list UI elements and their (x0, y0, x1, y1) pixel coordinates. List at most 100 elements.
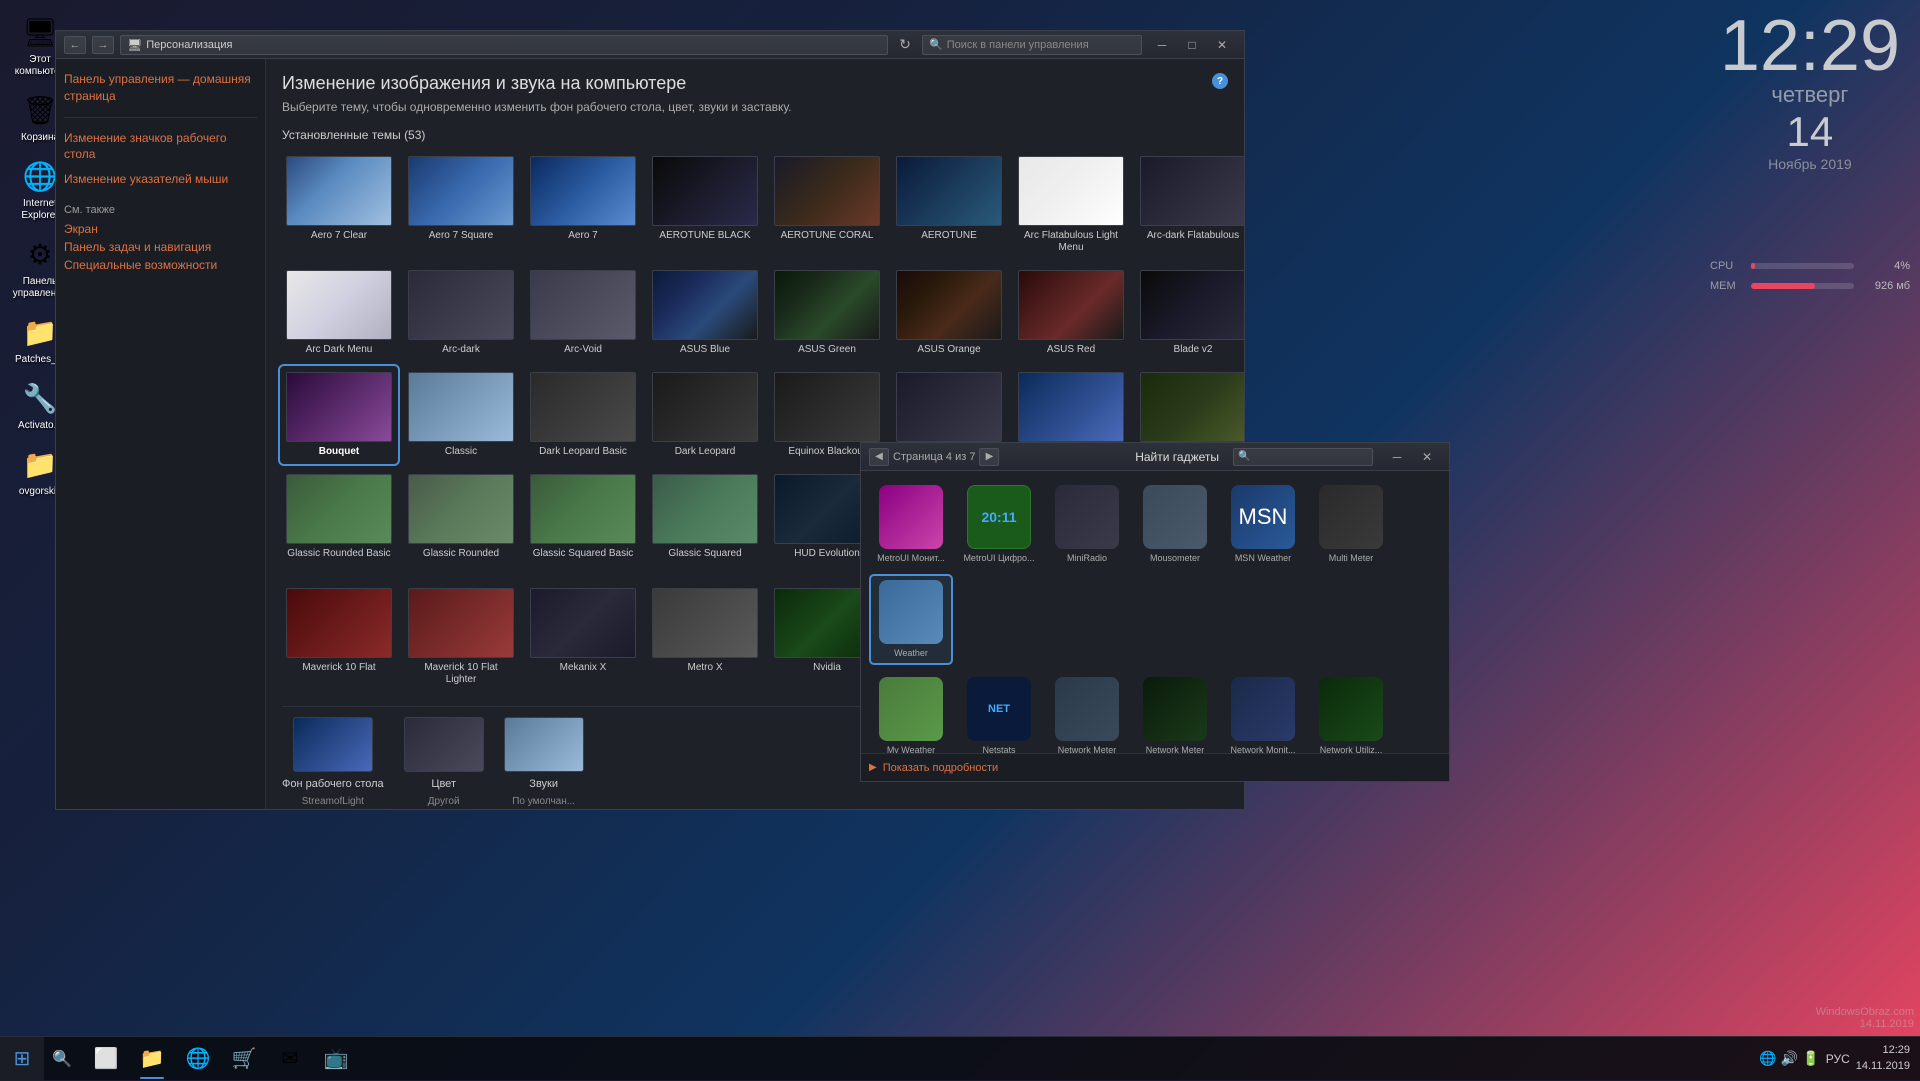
theme-item-27[interactable]: Glassic Squared (648, 470, 762, 576)
theme-item-33[interactable]: Maverick 10 Flat Lighter (404, 584, 518, 690)
gadget-item-items_row1-6[interactable]: Weather (871, 576, 951, 663)
theme-item-9[interactable]: Arc-dark (404, 266, 518, 360)
taskbar-ie[interactable]: 🌐 (176, 1037, 220, 1081)
close-button[interactable]: ✕ (1208, 35, 1236, 55)
theme-item-14[interactable]: ASUS Red (1014, 266, 1128, 360)
page-title: Изменение изображения и звука на компьют… (282, 73, 792, 94)
gadgets-search[interactable]: 🔍 (1233, 448, 1373, 466)
gadget-item-items_row2-1[interactable]: NET Netstats (959, 673, 1039, 753)
gadgets-next-button[interactable]: ▶ (979, 448, 999, 466)
minimize-button[interactable]: ─ (1148, 35, 1176, 55)
theme-name-18: Dark Leopard Basic (539, 446, 627, 458)
theme-item-3[interactable]: AEROTUNE BLACK (648, 152, 762, 258)
theme-thumb-3 (652, 156, 758, 226)
taskbar-explorer[interactable]: 📁 (130, 1037, 174, 1081)
theme-item-1[interactable]: Aero 7 Square (404, 152, 518, 258)
gadget-item-items_row1-5[interactable]: Multi Meter (1311, 481, 1391, 568)
theme-item-7[interactable]: Arc-dark Flatabulous (1136, 152, 1244, 258)
sidebar-mouse-pointers-link[interactable]: Изменение указателей мыши (64, 171, 257, 188)
gadget-item-items_row2-3[interactable]: Network Meter (1135, 673, 1215, 753)
theme-item-35[interactable]: Metro X (648, 584, 762, 690)
theme-item-8[interactable]: Arc Dark Menu (282, 266, 396, 360)
taskbar-app-list: ⬜ 📁 🌐 🛒 ✉ 📺 (80, 1037, 362, 1081)
clock-widget: 12:29 четверг 14 Ноябрь 2019 (1720, 10, 1900, 172)
gadgets-prev-button[interactable]: ◀ (869, 448, 889, 466)
preview-item-0[interactable]: Фон рабочего стола StreamofLight (282, 717, 384, 807)
theme-item-32[interactable]: Maverick 10 Flat (282, 584, 396, 690)
theme-thumb-27 (652, 474, 758, 544)
taskbar-search-button[interactable]: 🔍 (44, 1037, 80, 1081)
theme-name-0: Aero 7 Clear (311, 230, 367, 242)
gadget-item-items_row1-4[interactable]: MSN MSN Weather (1223, 481, 1303, 568)
gadgets-row-0: MetroUI Монит... 20:11 MetroUI Цифро... … (871, 481, 1439, 663)
show-details-link[interactable]: Показать подробности (883, 762, 998, 774)
theme-item-17[interactable]: Classic (404, 368, 518, 462)
info-icon[interactable]: ? (1212, 73, 1228, 89)
theme-item-0[interactable]: Aero 7 Clear (282, 152, 396, 258)
gadget-item-items_row1-1[interactable]: 20:11 MetroUI Цифро... (959, 481, 1039, 568)
theme-item-11[interactable]: ASUS Blue (648, 266, 762, 360)
refresh-button[interactable]: ↻ (894, 34, 916, 56)
theme-item-26[interactable]: Glassic Squared Basic (526, 470, 640, 576)
taskbar-store[interactable]: 🛒 (222, 1037, 266, 1081)
gadget-icon-items_row2-2 (1055, 677, 1119, 741)
sidebar-taskbar-link[interactable]: Панель задач и навигация (64, 240, 211, 254)
gadget-item-items_row2-4[interactable]: Network Monit... (1223, 673, 1303, 753)
language-indicator[interactable]: РУС (1826, 1052, 1850, 1066)
theme-item-18[interactable]: Dark Leopard Basic (526, 368, 640, 462)
sidebar-screen-link[interactable]: Экран (64, 222, 98, 236)
gadget-name-items_row1-6: Weather (894, 648, 928, 659)
theme-item-25[interactable]: Glassic Rounded (404, 470, 518, 576)
sidebar-accessibility-link[interactable]: Специальные возможности (64, 258, 217, 272)
taskbar-mail[interactable]: ✉ (268, 1037, 312, 1081)
taskbar-media[interactable]: 📺 (314, 1037, 358, 1081)
gadget-item-items_row2-2[interactable]: Network Meter (1047, 673, 1127, 753)
theme-item-6[interactable]: Arc Flatabulous Light Menu (1014, 152, 1128, 258)
theme-item-12[interactable]: ASUS Green (770, 266, 884, 360)
theme-name-7: Arc-dark Flatabulous (1147, 230, 1239, 242)
theme-item-15[interactable]: Blade v2 (1136, 266, 1244, 360)
taskbar-task-view[interactable]: ⬜ (84, 1037, 128, 1081)
gadgets-minimize-button[interactable]: ─ (1383, 447, 1411, 467)
theme-item-5[interactable]: AEROTUNE (892, 152, 1006, 258)
theme-item-2[interactable]: Aero 7 (526, 152, 640, 258)
address-bar[interactable]: 🖥 Персонализация (120, 35, 888, 55)
gadget-item-items_row1-0[interactable]: MetroUI Монит... (871, 481, 951, 568)
gadget-name-items_row2-3: Network Meter (1146, 745, 1205, 753)
theme-item-24[interactable]: Glassic Rounded Basic (282, 470, 396, 576)
sidebar-home-link[interactable]: Панель управления — домашняя страница (64, 71, 257, 105)
theme-name-12: ASUS Green (798, 344, 856, 356)
theme-name-19: Dark Leopard (675, 446, 736, 458)
gadget-item-items_row1-3[interactable]: Mousometer (1135, 481, 1215, 568)
theme-item-13[interactable]: ASUS Orange (892, 266, 1006, 360)
ie-icon: 🌐 (186, 1046, 211, 1071)
system-tray-icons: 🌐 🔊 🔋 (1759, 1050, 1819, 1067)
preview-sublabel-2: По умолчан... (512, 796, 575, 807)
preview-item-2[interactable]: Звуки По умолчан... (504, 717, 584, 807)
gadgets-title-text: Найти гаджеты (1135, 450, 1219, 464)
theme-item-34[interactable]: Mekanix X (526, 584, 640, 690)
search-placeholder: Поиск в панели управления (947, 39, 1089, 51)
theme-item-19[interactable]: Dark Leopard (648, 368, 762, 462)
theme-item-10[interactable]: Arc-Void (526, 266, 640, 360)
theme-name-6: Arc Flatabulous Light Menu (1018, 230, 1124, 254)
address-icon: 🖥 (127, 38, 142, 52)
preview-item-1[interactable]: Цвет Другой (404, 717, 484, 807)
theme-name-27: Glassic Squared (668, 548, 741, 560)
gadgets-close-button[interactable]: ✕ (1413, 447, 1441, 467)
gadget-icon-items_row1-1: 20:11 (967, 485, 1031, 549)
gadget-item-items_row2-5[interactable]: Network Utiliz... (1311, 673, 1391, 753)
gadget-item-items_row1-2[interactable]: MiniRadio (1047, 481, 1127, 568)
maximize-button[interactable]: □ (1178, 35, 1206, 55)
theme-item-4[interactable]: AEROTUNE CORAL (770, 152, 884, 258)
gadget-item-items_row2-0[interactable]: My Weather (871, 673, 951, 753)
gadget-icon-items_row1-4: MSN (1231, 485, 1295, 549)
forward-button[interactable]: → (92, 36, 114, 54)
back-button[interactable]: ← (64, 36, 86, 54)
start-button[interactable]: ⊞ (0, 1037, 44, 1081)
cpu-bar-container (1751, 263, 1854, 269)
cp-search-bar[interactable]: 🔍 Поиск в панели управления (922, 35, 1142, 55)
theme-item-16[interactable]: Bouquet (282, 368, 396, 462)
sidebar-desktop-icons-link[interactable]: Изменение значков рабочего стола (64, 130, 257, 164)
taskbar-clock[interactable]: 12:29 14.11.2019 (1856, 1043, 1910, 1074)
